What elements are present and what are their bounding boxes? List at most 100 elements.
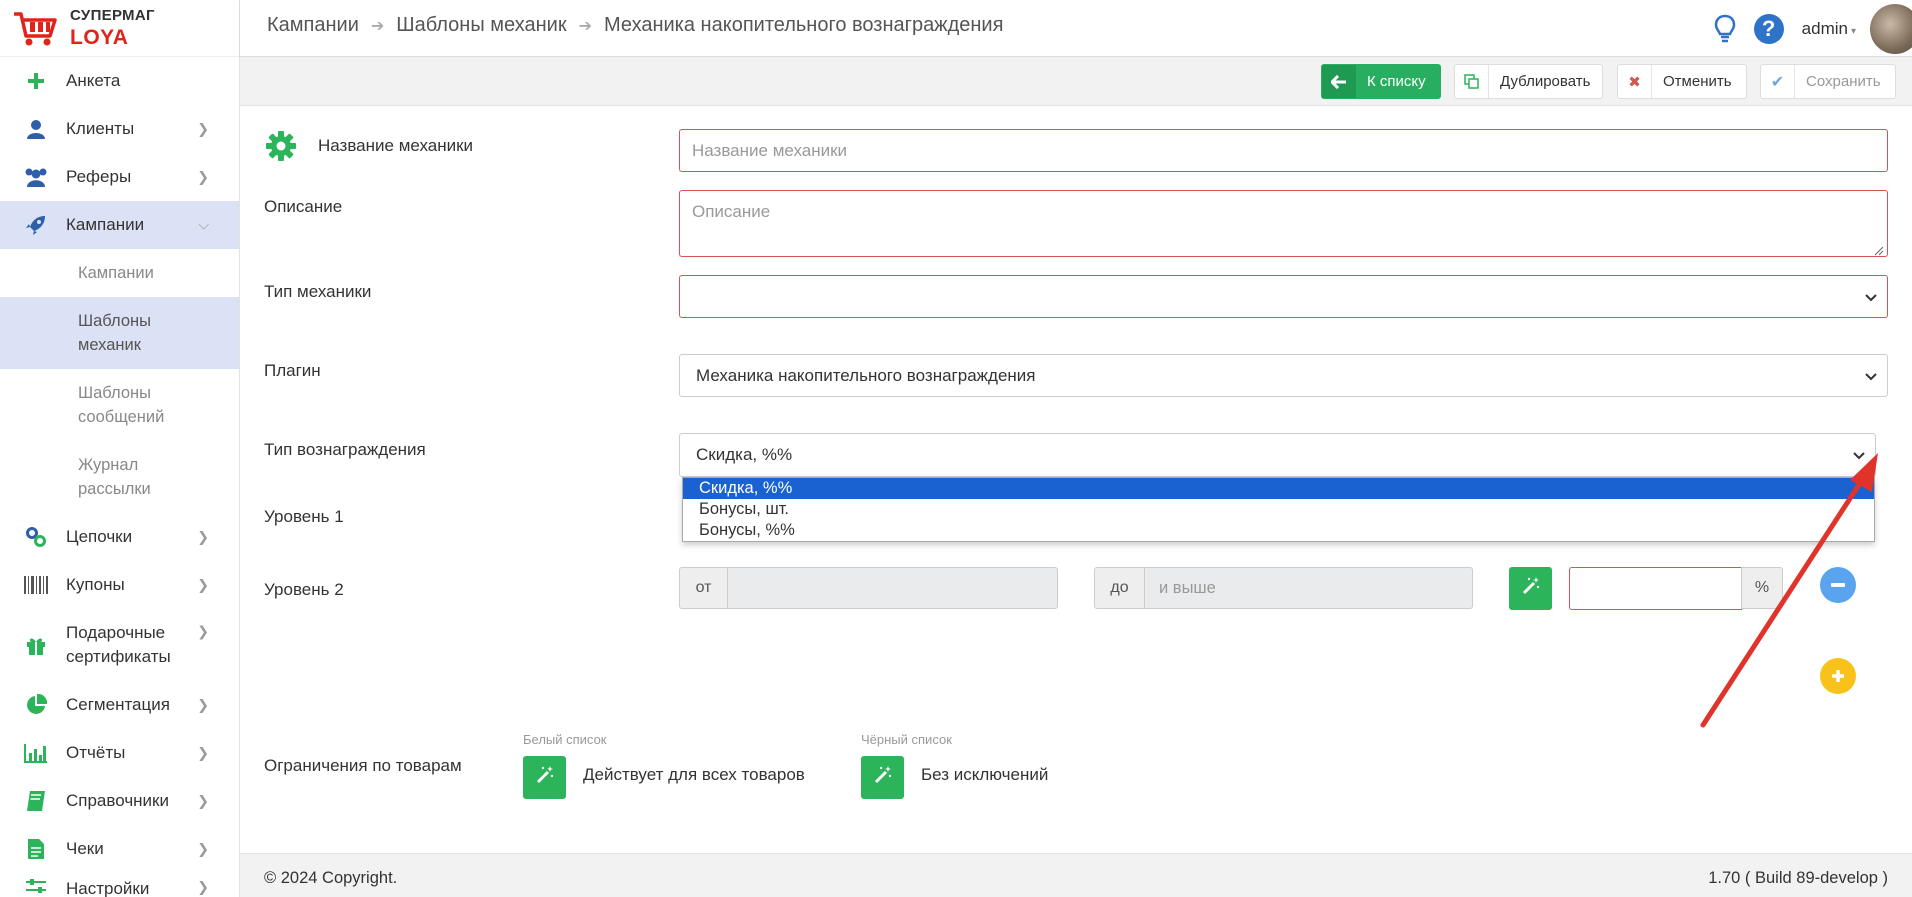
users-icon [24,165,48,189]
sidebar-item-label: Реферы [66,167,132,186]
user-menu[interactable]: admin ▾ [1802,19,1856,39]
whitelist-label: Белый список [523,732,607,747]
level-2-label: Уровень 2 [264,580,344,599]
cancel-button[interactable]: ✖ Отменить [1617,64,1747,99]
plus-icon [24,69,48,93]
chevron-right-icon: ❯ [197,792,209,809]
sidebar-subitem-campaigns[interactable]: Кампании [0,249,239,297]
sidebar-item-label: Сегментация [66,695,170,714]
gift-icon [24,633,48,657]
duplicate-button[interactable]: Дублировать [1454,64,1603,99]
sidebar-item-label: Кампании [66,215,145,234]
whitelist-value: Действует для всех товаров [583,765,805,784]
sidebar-item-receipts[interactable]: Чеки ❯ [0,825,239,873]
version-text: 1.70 ( Build 89-develop ) [1708,869,1888,887]
sidebar-subitem-label: Шаблоны сообщений [78,384,165,426]
level-1-label: Уровень 1 [264,507,344,526]
sidebar: СУПЕРМАГ LOYA Анкета Клиенты ❯ Реферы ❯ … [0,0,240,897]
sidebar-item-referrers[interactable]: Реферы ❯ [0,153,239,201]
blacklist-label: Чёрный список [861,732,952,747]
description-label: Описание [264,197,343,216]
blacklist-wand-button[interactable] [861,756,904,799]
sidebar-item-settings[interactable]: Настройки ❯ [0,873,239,897]
button-label: Сохранить [1806,73,1881,90]
reward-type-label: Тип вознаграждения [264,440,426,459]
chevron-down-icon [1865,287,1877,307]
barcode-icon [24,573,48,597]
level-2-to-input[interactable]: и выше [1144,567,1473,609]
breadcrumb-item[interactable]: Шаблоны механик [396,14,566,37]
chevron-right-icon: ❯ [197,622,209,639]
sidebar-item-label: Анкета [66,71,121,90]
save-button[interactable]: ✔ Сохранить [1760,64,1896,99]
level-2-from-input[interactable] [727,567,1058,609]
button-label: Дублировать [1500,73,1591,90]
sliders-icon [24,875,48,897]
level-2-wand-button[interactable] [1509,567,1552,610]
sidebar-item-clients[interactable]: Клиенты ❯ [0,105,239,153]
sidebar-subitem-label: Кампании [78,264,154,282]
whitelist-wand-button[interactable] [523,756,566,799]
book-icon [24,789,48,813]
sidebar-item-label: Отчёты [66,743,126,762]
resize-handle-icon[interactable] [1874,243,1884,261]
copyright-text: © 2024 Copyright. [264,869,398,887]
close-icon: ✖ [1618,65,1652,98]
mechanic-name-input[interactable]: Название механики [679,129,1888,172]
rocket-icon [24,213,48,237]
sidebar-item-chains[interactable]: Цепочки ❯ [0,513,239,561]
mechanic-name-label: Название механики [318,136,474,155]
action-toolbar: К списку Дублировать ✖ Отменить ✔ Сохран… [240,57,1912,106]
back-to-list-button[interactable]: К списку [1321,64,1441,99]
check-icon: ✔ [1761,65,1795,98]
sidebar-subitem-mailing-log[interactable]: Журнал рассылки [0,441,239,513]
sidebar-item-label: Клиенты [66,119,135,138]
sidebar-subitem-message-templates[interactable]: Шаблоны сообщений [0,369,239,441]
sidebar-item-label: Чеки [66,839,104,858]
bar-chart-icon [24,741,48,765]
chevron-right-icon: ❯ [197,878,209,895]
arrow-left-icon [1322,65,1356,98]
chevron-right-icon: ❯ [197,528,209,545]
magic-wand-icon [1521,576,1541,601]
mechanic-type-select[interactable] [679,275,1888,318]
magic-wand-icon [535,765,555,790]
sidebar-item-coupons[interactable]: Купоны ❯ [0,561,239,609]
sidebar-item-label: Справочники [66,791,169,810]
description-textarea[interactable]: Описание [679,190,1888,257]
plugin-select[interactable]: Механика накопительного вознаграждения [679,354,1888,397]
sidebar-subitem-mechanic-templates[interactable]: Шаблоны механик [0,297,239,369]
sidebar-item-anketa[interactable]: Анкета [0,57,239,105]
sidebar-item-directories[interactable]: Справочники ❯ [0,777,239,825]
receipt-icon [24,837,48,861]
lightbulb-icon[interactable] [1714,14,1736,44]
gear-icon [265,130,297,167]
avatar[interactable] [1870,3,1912,54]
link-icon [24,525,48,549]
sidebar-subitem-label: Журнал рассылки [78,456,151,498]
sidebar-item-campaigns[interactable]: Кампании ⌵ [0,201,239,249]
arrow-right-icon: ➔ [370,17,385,35]
sidebar-item-label: Купоны [66,575,125,594]
sidebar-item-segmentation[interactable]: Сегментация ❯ [0,681,239,729]
help-icon[interactable]: ? [1753,13,1784,44]
caret-down-icon: ▾ [1850,25,1856,37]
sidebar-subitem-label: Шаблоны механик [78,312,151,354]
logo-bottom-text: LOYA [70,26,129,49]
to-addon: до [1094,567,1145,609]
logo[interactable]: СУПЕРМАГ LOYA [0,0,239,57]
chevron-right-icon: ❯ [197,168,209,185]
pie-chart-icon [24,693,48,717]
chevron-right-icon: ❯ [197,576,209,593]
chevron-right-icon: ❯ [197,840,209,857]
arrow-right-icon: ➔ [578,17,592,35]
magic-wand-icon [873,765,893,790]
chevron-down-icon: ⌵ [198,216,209,233]
sidebar-item-gift-certificates[interactable]: Подарочные сертификаты ❯ [0,609,239,681]
button-label: К списку [1367,73,1426,90]
breadcrumb-current: Механика накопительного вознаграждения [604,14,1004,36]
sidebar-item-reports[interactable]: Отчёты ❯ [0,729,239,777]
top-header: Кампании ➔ Шаблоны механик ➔ Механика на… [240,0,1912,57]
breadcrumb-item[interactable]: Кампании [267,14,359,37]
button-label: Отменить [1663,73,1732,90]
